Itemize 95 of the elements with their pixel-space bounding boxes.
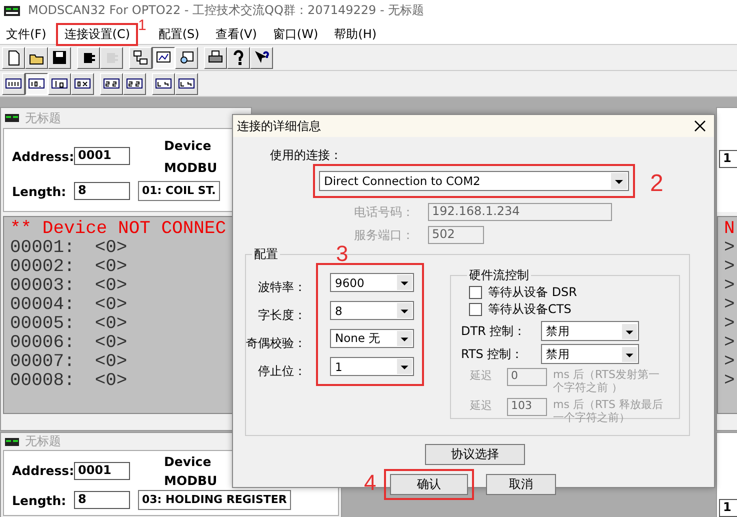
length-field[interactable]: 8 — [74, 491, 130, 509]
setting-dropdown[interactable]: 8 — [330, 301, 414, 320]
register-value: > — [724, 334, 736, 353]
setting-label: 波特率： — [258, 279, 306, 295]
length-field[interactable]: 8 — [74, 182, 130, 200]
device-label: Device — [163, 138, 212, 152]
register-value: <0> — [94, 295, 128, 315]
register-address: 00008: — [10, 371, 75, 391]
menu-item[interactable]: 查看(V) — [209, 22, 263, 46]
address-label: Address: — [12, 463, 74, 478]
dialog-title: 连接的详细信息 — [237, 118, 321, 134]
setting-label: 奇偶校验： — [246, 335, 306, 351]
annotation-number: 4 — [364, 470, 376, 496]
register-value: <0> — [94, 371, 128, 391]
control-dropdown[interactable]: 禁用 — [541, 344, 639, 364]
register-address: 00002: — [10, 257, 75, 277]
annotation-number: 3 — [336, 241, 348, 267]
register-value: <0> — [94, 257, 128, 277]
register-address: 00003: — [10, 276, 75, 296]
length-label: Length: — [12, 184, 68, 198]
save-icon — [51, 49, 68, 66]
address-field[interactable]: 0001 — [74, 147, 130, 165]
annotation-number: 1 — [138, 18, 146, 32]
connection-dropdown[interactable]: Direct Connection to COM2 — [319, 171, 629, 191]
zoom-icon — [178, 49, 195, 66]
register-address: 00007: — [10, 352, 75, 372]
annotation-number: 2 — [650, 170, 664, 198]
device-label: Device — [163, 454, 212, 468]
delay-label: 延迟 — [469, 368, 493, 383]
window-title: MODSCAN32 For OPTO22 - 工控技术交流QQ群：207149229 - 无标题 — [28, 3, 424, 17]
toolbar-button[interactable] — [25, 72, 48, 94]
length-label: Length: — [12, 492, 68, 508]
status-message: N — [724, 220, 736, 239]
function-dropdown[interactable]: 03: HOLDING REGISTER — [138, 490, 291, 510]
delay-note: ms 后（RTS发射第一个字符之前 ） — [553, 368, 660, 394]
device-id-label: MODBU — [163, 160, 218, 174]
setting-dropdown[interactable]: 9600 — [330, 273, 414, 292]
checkbox[interactable] — [469, 286, 482, 299]
register-address: 00006: — [10, 333, 75, 353]
window-icon — [5, 438, 19, 446]
register-address: 00001: — [10, 238, 75, 258]
port-label: 服务端口： — [353, 226, 415, 244]
app-icon — [4, 6, 20, 16]
close-icon[interactable] — [694, 120, 706, 132]
address-field[interactable]: 1 — [719, 499, 737, 517]
register-value: > — [724, 372, 736, 391]
document-title: 无标题 — [25, 110, 61, 126]
control-label: DTR 控制： — [461, 322, 527, 340]
register-value: <0> — [94, 352, 128, 372]
register-value: > — [724, 353, 736, 372]
checkbox[interactable] — [469, 303, 482, 316]
checkbox-label: 等待从设备 DSR — [488, 284, 578, 301]
menu-item[interactable]: 连接设置(C) — [56, 22, 138, 46]
protocol-button[interactable]: 协议选择 — [425, 444, 525, 465]
menu-item[interactable]: 文件(F) — [0, 22, 52, 46]
register-value: > — [724, 315, 736, 334]
device-id-label: MODBU — [163, 472, 218, 488]
menu-item[interactable]: 帮助(H) — [328, 22, 383, 46]
register-value: > — [724, 239, 736, 258]
delay-label: 延迟 — [469, 398, 493, 413]
window-icon — [5, 114, 19, 122]
connection-label: 使用的连接： — [270, 147, 343, 164]
menu-item[interactable]: 配置(S) — [152, 22, 206, 46]
register-value: <0> — [94, 238, 128, 258]
setting-label: 停止位： — [258, 363, 306, 379]
toolbar-button[interactable] — [152, 46, 175, 68]
status-message: ** Device NOT CONNEC — [10, 220, 228, 239]
menu-item[interactable]: 窗口(W) — [266, 22, 324, 46]
register-value: <0> — [94, 333, 128, 353]
register-value: > — [724, 258, 736, 277]
register-value: <0> — [94, 314, 128, 334]
control-dropdown[interactable]: 禁用 — [541, 321, 639, 341]
cancel-button[interactable]: 取消 — [486, 474, 556, 495]
address-label: Address: — [12, 148, 74, 164]
document-title: 无标题 — [25, 433, 61, 450]
setting-dropdown[interactable]: 1 — [330, 357, 414, 376]
register-address: 00005: — [10, 314, 75, 334]
group-title: 配置 — [253, 246, 279, 263]
checkbox-label: 等待从设备CTS — [488, 301, 572, 318]
control-label: RTS 控制： — [461, 346, 524, 362]
network-icon — [132, 49, 149, 66]
function-dropdown[interactable]: 01: COIL ST. — [138, 181, 220, 201]
confirm-button[interactable]: 确认 — [390, 474, 468, 495]
register-value: <0> — [94, 276, 128, 296]
register-value: > — [724, 296, 736, 315]
setting-label: 字长度： — [258, 307, 306, 323]
phone-label: 电话号码： — [353, 204, 415, 220]
group-title: 硬件流控制 — [468, 267, 530, 284]
register-address: 00004: — [10, 295, 75, 315]
register-value: > — [724, 277, 736, 296]
address-field[interactable]: 0001 — [74, 462, 130, 480]
setting-dropdown[interactable]: None 无 — [330, 329, 414, 348]
port-field[interactable]: 502 — [428, 226, 484, 244]
address-field[interactable]: 1 — [719, 150, 737, 168]
delay-note: ms 后（RTS 释放最后一个字符之前） — [553, 398, 664, 424]
